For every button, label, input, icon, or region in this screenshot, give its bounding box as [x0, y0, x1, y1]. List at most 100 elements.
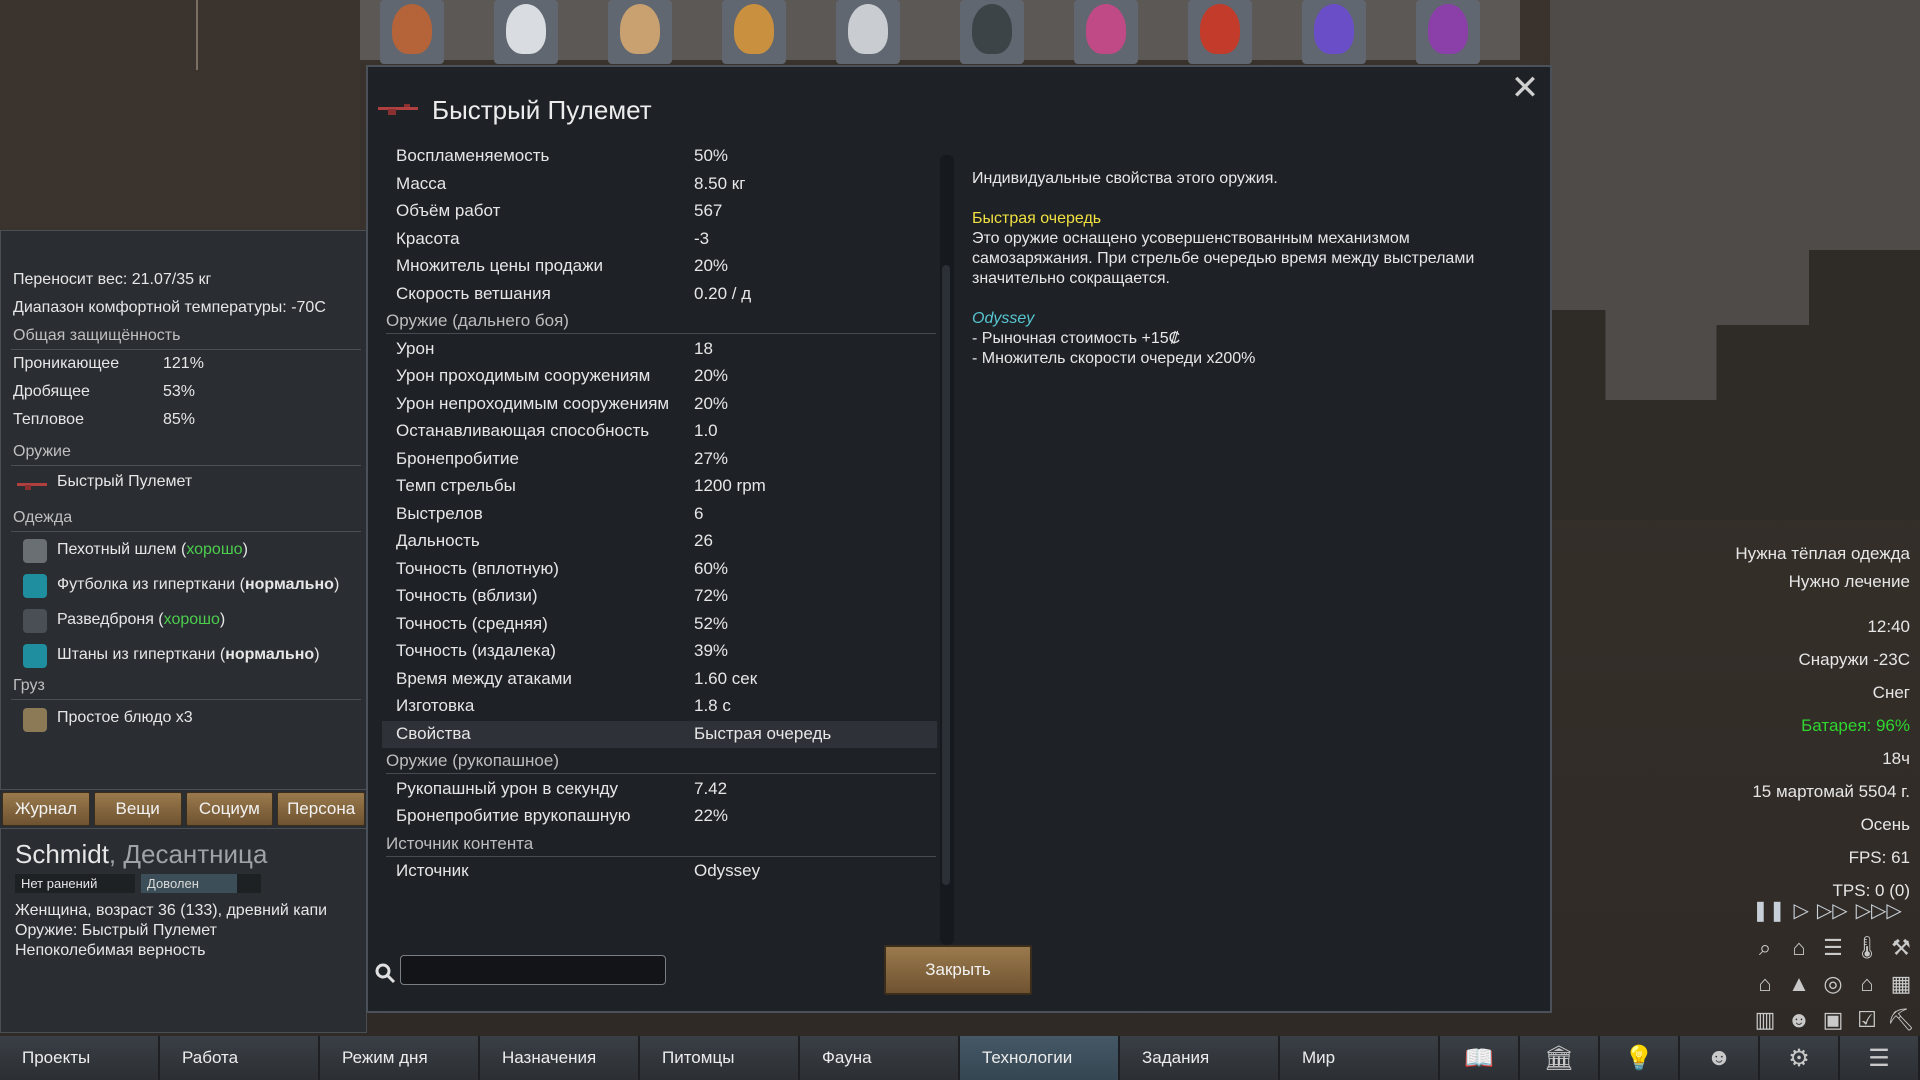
stat-row[interactable]: Масса 8.50 кг — [382, 171, 937, 198]
portrait-head — [1428, 4, 1468, 54]
equipped-weapon[interactable]: Быстрый Пулемет — [57, 473, 192, 491]
list-icon[interactable]: ☰ — [1816, 930, 1850, 966]
colonist-portrait[interactable] — [608, 0, 672, 64]
stat-row[interactable]: Останавливающая способность 1.0 — [382, 418, 937, 445]
stat-row[interactable]: Красота -3 — [382, 226, 937, 253]
roof-icon[interactable]: ⌂ — [1850, 966, 1884, 1002]
stat-row[interactable]: Объём работ 567 — [382, 198, 937, 225]
stat-value: 20% — [694, 366, 729, 385]
colonist-portrait[interactable] — [494, 0, 558, 64]
apparel-item[interactable]: Пехотный шлем (хорошо) — [57, 541, 248, 559]
stat-row[interactable]: Урон непроходимым сооружениям 20% — [382, 391, 937, 418]
colonist-portrait[interactable] — [722, 0, 786, 64]
stat-label: Множитель цены продажи — [396, 256, 603, 275]
stat-value: -3 — [694, 228, 710, 248]
main-tab[interactable]: Работа — [160, 1036, 320, 1080]
book-icon[interactable]: 📖 — [1440, 1036, 1520, 1080]
tab-log[interactable]: Журнал — [2, 792, 90, 826]
search-input[interactable] — [400, 955, 666, 985]
stat-row[interactable]: Дальность 26 — [382, 528, 937, 555]
blocks-icon[interactable]: ▣ — [1816, 1002, 1850, 1038]
colonist-portrait[interactable] — [836, 0, 900, 64]
stat-value: Быстрая очередь — [694, 723, 832, 743]
alert-treatment[interactable]: Нужно лечение — [1735, 568, 1910, 596]
main-tab[interactable]: Проекты — [0, 1036, 160, 1080]
stat-row[interactable]: Воспламеняемость 50% — [382, 149, 937, 170]
person-icon[interactable]: ☻ — [1782, 1002, 1816, 1038]
portrait-head — [1200, 4, 1240, 54]
health-badge[interactable]: Нет ранений — [15, 874, 135, 893]
stat-row[interactable]: Точность (вплотную) 60% — [382, 556, 937, 583]
temperature-icon[interactable]: 🌡 — [1850, 930, 1884, 966]
stat-row[interactable]: Свойства Быстрая очередь — [382, 720, 937, 748]
fps: FPS: 61 — [1848, 848, 1910, 867]
source-line-1: - Рыночная стоимость +15₡ — [972, 330, 1181, 347]
pickaxe-icon[interactable]: ⛏ — [1884, 1002, 1918, 1038]
stat-row[interactable]: Урон проходимым сооружениям 20% — [382, 363, 937, 390]
close-button[interactable]: Закрыть — [884, 945, 1032, 995]
main-tab[interactable]: Режим дня — [320, 1036, 480, 1080]
carry-weight: Переносит вес: 21.07/35 кг — [13, 271, 212, 288]
colonist-portrait[interactable] — [1302, 0, 1366, 64]
stat-row[interactable]: Темп стрельбы 1200 rpm — [382, 473, 937, 500]
close-icon[interactable]: ✕ — [1510, 69, 1540, 107]
tab-gear[interactable]: Вещи — [93, 792, 182, 826]
factions-icon[interactable]: 🏛 — [1520, 1036, 1600, 1080]
colonist-portrait[interactable] — [1416, 0, 1480, 64]
stats-list[interactable]: Воспламеняемость 50% Масса 8.50 кг Объём раб… — [382, 149, 937, 939]
apparel-item[interactable]: Разведброня (хорошо) — [57, 611, 225, 629]
colonist-portrait[interactable] — [960, 0, 1024, 64]
stat-value: 567 — [694, 201, 723, 220]
apparel-item[interactable]: Штаны из гиперткани (нормально) — [57, 646, 320, 664]
stat-row[interactable]: Бронепробитие 27% — [382, 446, 937, 473]
main-tab[interactable]: Питомцы — [640, 1036, 800, 1080]
stat-row[interactable]: Источник Odyssey — [382, 858, 937, 885]
stat-row[interactable]: Рукопашный урон в секунду 7.42 — [382, 776, 937, 803]
globe-icon[interactable]: ◎ — [1816, 966, 1850, 1002]
tab-social[interactable]: Социум — [185, 792, 274, 826]
stat-row[interactable]: Множитель цены продажи 20% — [382, 253, 937, 280]
stat-row[interactable]: Выстрелов 6 — [382, 501, 937, 528]
tools-icon[interactable]: ⚒ — [1884, 930, 1918, 966]
stat-row[interactable]: Точность (вблизи) 72% — [382, 583, 937, 610]
stat-row[interactable]: Изготовка 1.8 с — [382, 693, 937, 720]
checklist-icon[interactable]: ☑ — [1850, 1002, 1884, 1038]
home-area-icon[interactable]: ⌂ — [1748, 966, 1782, 1002]
main-tab[interactable]: Задания — [1120, 1036, 1280, 1080]
grid-icon[interactable]: ▦ — [1884, 966, 1918, 1002]
scrollbar-thumb[interactable] — [942, 265, 950, 885]
main-tab[interactable]: Назначения — [480, 1036, 640, 1080]
main-tab[interactable]: Фауна — [800, 1036, 960, 1080]
colonist-portrait[interactable] — [1188, 0, 1252, 64]
stat-row[interactable]: Точность (средняя) 52% — [382, 611, 937, 638]
stat-row[interactable]: Время между атаками 1.60 сек — [382, 666, 937, 693]
pause-icon[interactable]: ❚❚ — [1752, 898, 1786, 923]
scrollbar[interactable] — [940, 155, 954, 945]
stat-row[interactable]: Урон 18 — [382, 336, 937, 363]
chart-icon[interactable]: ▥ — [1748, 1002, 1782, 1038]
stat-row[interactable]: Скорость ветшания 0.20 / д — [382, 281, 937, 308]
apparel-quality: хорошо — [163, 611, 220, 628]
mountain-icon[interactable]: ▲ — [1782, 966, 1816, 1002]
auto-home-icon[interactable]: ⌂ — [1782, 930, 1816, 966]
alert-warm-clothes[interactable]: Нужна тёплая одежда — [1735, 540, 1910, 568]
tab-persona[interactable]: Персона — [277, 792, 365, 826]
quests-icon[interactable]: ⚙ — [1760, 1036, 1840, 1080]
ideology-icon[interactable]: ☻ — [1680, 1036, 1760, 1080]
cargo-item[interactable]: Простое блюдо x3 — [57, 709, 193, 727]
superfast-icon[interactable]: ▷▷▷ — [1856, 898, 1902, 923]
fast-icon[interactable]: ▷▷ — [1817, 898, 1848, 923]
portrait-head — [506, 4, 546, 54]
main-tab[interactable]: Мир — [1280, 1036, 1440, 1080]
colonist-portrait[interactable] — [380, 0, 444, 64]
colonist-portrait[interactable] — [1074, 0, 1138, 64]
menu-icon[interactable]: ☰ — [1840, 1036, 1920, 1080]
stat-row[interactable]: Бронепробитие врукопашную 22% — [382, 803, 937, 830]
apparel-item[interactable]: Футболка из гиперткани (нормально) — [57, 576, 339, 594]
ideas-icon[interactable]: 💡 — [1600, 1036, 1680, 1080]
play-icon[interactable]: ▷ — [1794, 898, 1809, 923]
main-tab[interactable]: Технологии — [960, 1036, 1120, 1080]
mood-badge[interactable]: Доволен — [141, 874, 261, 893]
magnifier-icon[interactable]: ⌕ — [1748, 930, 1782, 966]
stat-row[interactable]: Точность (издалека) 39% — [382, 638, 937, 665]
